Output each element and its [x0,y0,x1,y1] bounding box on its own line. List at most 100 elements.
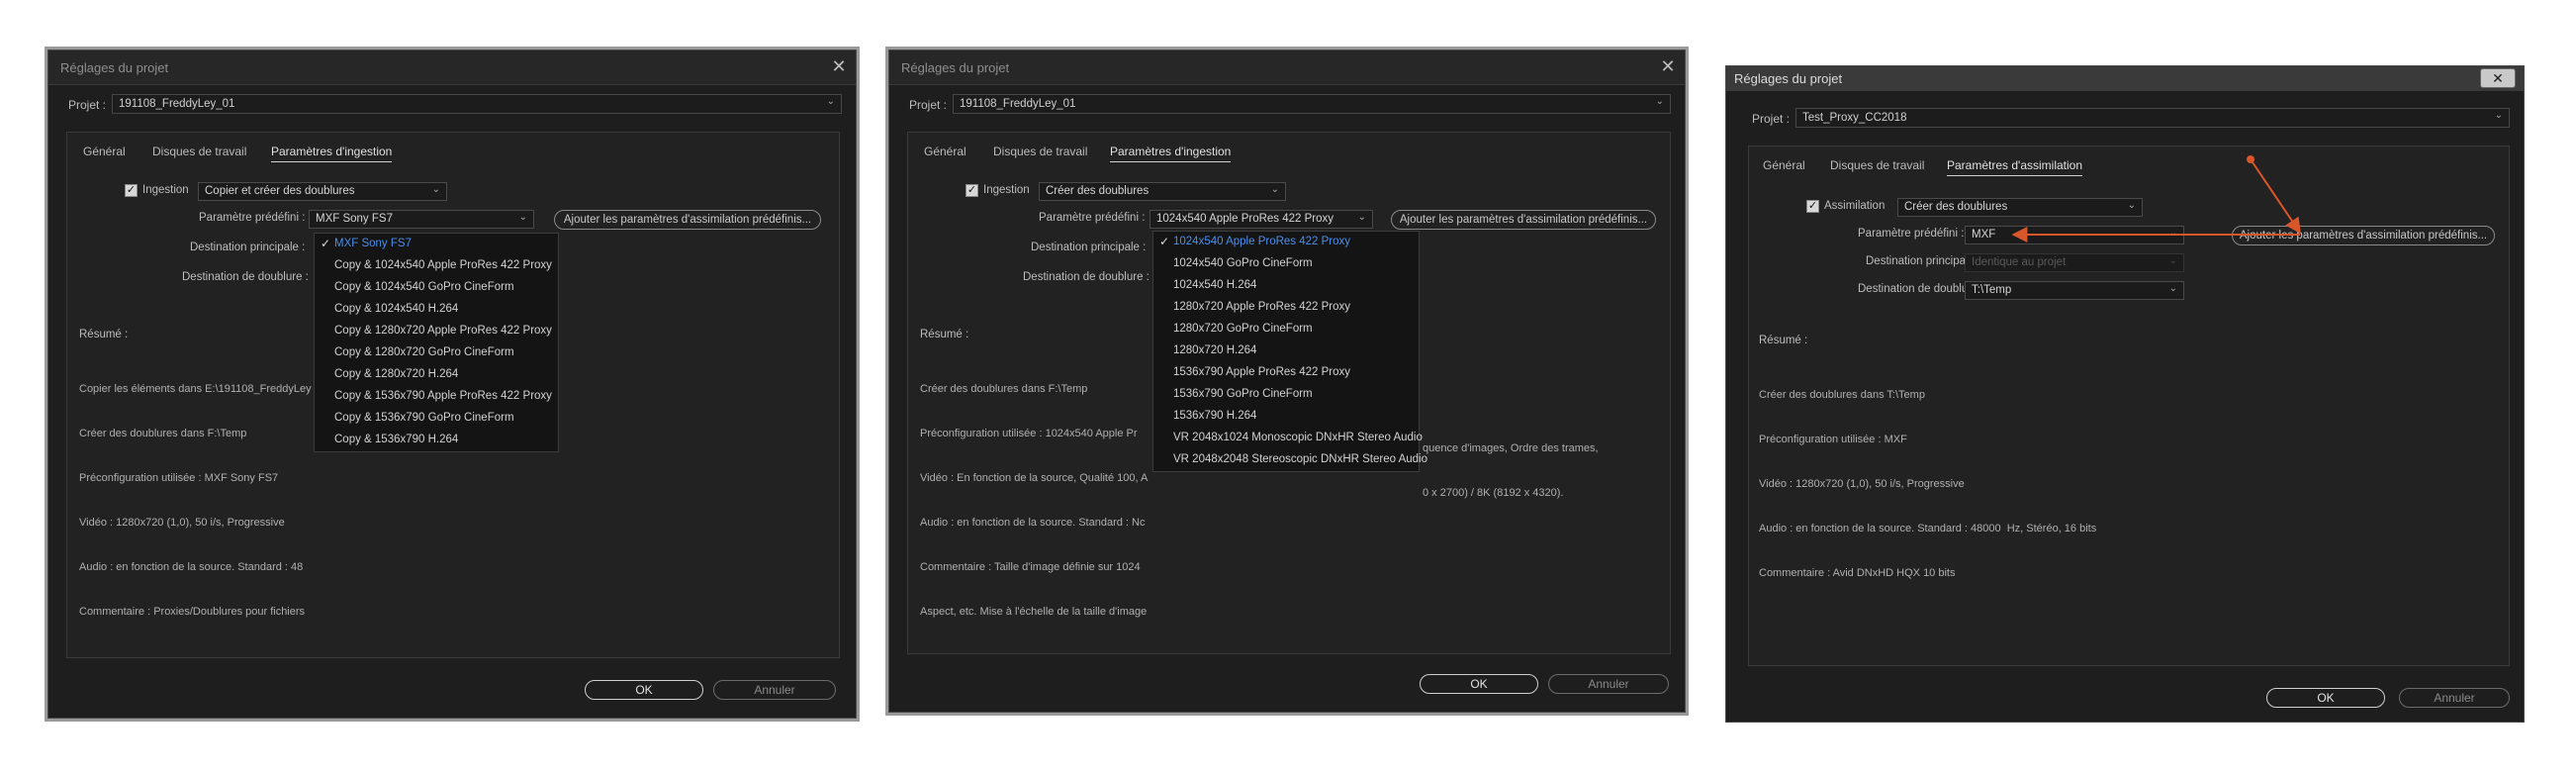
chevron-down-icon: ⌄ [1357,212,1366,223]
preset-label: Paramètre prédéfini : [199,212,306,224]
ok-button[interactable]: OK [1420,674,1538,694]
summary-label: Résumé : [79,329,129,340]
tab-ingest-settings[interactable]: Paramètres d'ingestion [1110,145,1232,162]
ingest-checkbox[interactable]: ✓ [125,184,138,197]
menu-item[interactable]: 1280x720 H.264 [1153,340,1419,362]
tab-general[interactable]: Général [83,145,126,158]
summary-line: Vidéo : 1280x720 (1,0), 50 i/s, Progress… [79,517,285,529]
ingest-mode-select[interactable]: Créer des doublures ⌄ [1039,182,1286,201]
menu-item[interactable]: Copy & 1536x790 H.264 [315,430,558,451]
preset-select-value: MXF Sony FS7 [316,213,393,225]
tab-ingest-label: Paramètres d'ingestion [1110,145,1232,158]
project-select-value: 191108_FreddyLey_01 [119,98,235,110]
project-select-value: 191108_FreddyLey_01 [960,98,1076,110]
menu-item[interactable]: Copy & 1280x720 H.264 [315,364,558,386]
summary-line: Audio : en fonction de la source. Standa… [79,561,304,573]
menu-item[interactable]: Copy & 1280x720 Apple ProRes 422 Proxy [315,321,558,342]
add-ingest-preset-button[interactable]: Ajouter les paramètres d'assimilation pr… [554,210,821,230]
preset-label: Paramètre prédéfini : [1039,212,1146,224]
preset-select[interactable]: MXF Sony FS7 ⌄ [309,210,534,229]
ingest-mode-value: Créer des doublures [1046,185,1150,197]
project-settings-dialog-2: Réglages du projet ✕ Projet : 191108_Fre… [888,49,1686,713]
close-icon[interactable]: ✕ [826,54,852,78]
tab-scratch-disks[interactable]: Disques de travail [152,145,246,158]
menu-item[interactable]: VR 2048x2048 Stereoscopic DNxHR Stereo A… [1153,449,1427,471]
cancel-button[interactable]: Annuler [1548,674,1669,694]
checkmark-icon: ✓ [1159,235,1170,248]
summary-line: Commentaire : Taille d'image définie sur… [920,561,1141,573]
menu-item[interactable]: Copy & 1536x790 Apple ProRes 422 Proxy [315,386,558,408]
tab-general[interactable]: Général [924,145,966,158]
menu-item[interactable]: Copy & 1024x540 Apple ProRes 422 Proxy [315,255,558,277]
ok-button[interactable]: OK [2266,688,2385,708]
proxy-destination-label: Destination de doublure : [1023,271,1150,283]
menu-item[interactable]: Copy & 1024x540 GoPro CineForm [315,277,558,299]
tab-ingest-settings[interactable]: Paramètres d'ingestion [271,145,393,162]
summary-line: quence d'images, Ordre des trames, [1423,442,1599,454]
add-ingest-preset-button[interactable]: Ajouter les paramètres d'assimilation pr… [1391,210,1656,230]
project-label: Projet : [909,98,948,112]
menu-item[interactable]: 1536x790 H.264 [1153,406,1419,428]
summary-text: Copier les éléments dans E:\191108_Fredd… [79,352,315,649]
chevron-down-icon: ⌄ [1270,184,1279,195]
summary-line: Vidéo : En fonction de la source, Qualit… [920,472,1149,484]
title-bar: Réglages du projet ✕ [48,50,856,85]
summary-label: Résumé : [920,329,969,340]
primary-destination-label: Destination principale : [190,242,306,253]
chevron-down-icon: ⌄ [1655,96,1664,107]
summary-line: Commentaire : Proxies/Doublures pour fic… [79,606,306,618]
ingest-label: Ingestion [142,184,189,196]
menu-item[interactable]: Copy & 1024x540 H.264 [315,299,558,321]
title-bar: Réglages du projet ✕ [889,50,1685,85]
summary-line: 0 x 2700) / 8K (8192 x 4320). [1423,487,1564,499]
proxy-destination-label: Destination de doublure : [182,271,309,283]
menu-item[interactable]: VR 2048x1024 Monoscopic DNxHR Stereo Aud… [1153,428,1423,449]
menu-item[interactable]: 1280x720 Apple ProRes 422 Proxy [1153,297,1419,319]
menu-item[interactable]: Copy & 1280x720 GoPro CineForm [315,342,558,364]
summary-line: Audio : en fonction de la source. Standa… [920,517,1146,529]
cancel-button[interactable]: Annuler [2399,688,2510,708]
cancel-button[interactable]: Annuler [713,680,836,700]
summary-line: Préconfiguration utilisée : 1024x540 App… [920,428,1138,439]
checkmark-icon: ✓ [321,237,331,250]
summary-line: Préconfiguration utilisée : MXF Sony FS7 [79,472,279,484]
preset-select-value: 1024x540 Apple ProRes 422 Proxy [1156,213,1334,225]
project-settings-dialog-3: Réglages du projet ✕ Projet : Test_Proxy… [1725,65,2525,723]
preset-dropdown-menu: ✓ 1024x540 Apple ProRes 422 Proxy 1024x54… [1152,231,1427,472]
primary-destination-label: Destination principale : [1031,242,1147,253]
menu-item[interactable]: 1536x790 Apple ProRes 422 Proxy [1153,362,1419,384]
menu-item[interactable]: 1536x790 GoPro CineForm [1153,384,1419,406]
project-select[interactable]: 191108_FreddyLey_01 ⌄ [112,94,842,114]
dialog-title: Réglages du projet [60,60,169,75]
tab-ingest-label: Paramètres d'ingestion [271,145,393,158]
ingest-mode-select[interactable]: Copier et créer des doublures ⌄ [198,182,447,201]
ingest-mode-value: Copier et créer des doublures [205,185,355,197]
menu-item[interactable]: ✓ 1024x540 Apple ProRes 422 Proxy [1153,232,1419,253]
chevron-down-icon: ⌄ [826,96,835,107]
menu-item[interactable]: ✓ MXF Sony FS7 [315,234,558,255]
chevron-down-icon: ⌄ [518,212,527,223]
chevron-down-icon: ⌄ [431,184,440,195]
preset-select[interactable]: 1024x540 Apple ProRes 422 Proxy ⌄ [1150,210,1373,229]
annotation-arrow-to-button [2250,158,2301,235]
annotation-arrows [2011,155,2301,243]
ingest-label: Ingestion [983,184,1030,196]
menu-item[interactable]: Copy & 1536x790 GoPro CineForm [315,408,558,430]
menu-item[interactable]: 1280x720 GoPro CineForm [1153,319,1419,340]
ingest-checkbox[interactable]: ✓ [966,184,978,197]
summary-line: Créer des doublures dans F:\Temp [920,383,1088,395]
summary-text: Créer des doublures dans F:\Temp Préconf… [920,352,1161,649]
close-icon[interactable]: ✕ [1655,54,1681,78]
menu-item[interactable]: 1024x540 H.264 [1153,275,1419,297]
project-label: Projet : [68,98,107,112]
summary-line: Créer des doublures dans F:\Temp [79,428,247,439]
ok-button[interactable]: OK [585,680,703,700]
project-settings-dialog-1: Réglages du projet ✕ Projet : 191108_Fre… [47,49,857,719]
dialog-title: Réglages du projet [901,60,1010,75]
project-select[interactable]: 191108_FreddyLey_01 ⌄ [953,94,1671,114]
summary-line: Aspect, etc. Mise à l'échelle de la tail… [920,606,1148,618]
summary-line: Copier les éléments dans E:\191108_Fredd… [79,383,312,395]
tab-scratch-disks[interactable]: Disques de travail [993,145,1087,158]
summary-text-tail: quence d'images, Ordre des trames, 0 x 2… [1423,412,1599,531]
menu-item[interactable]: 1024x540 GoPro CineForm [1153,253,1419,275]
